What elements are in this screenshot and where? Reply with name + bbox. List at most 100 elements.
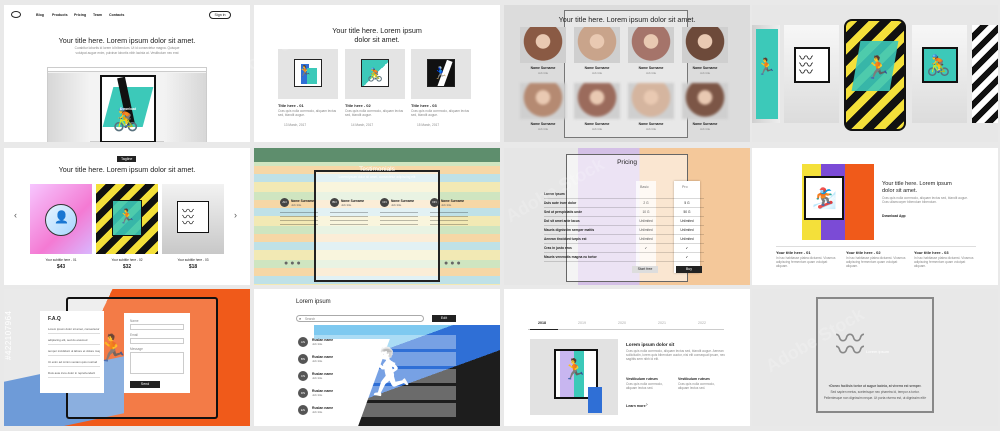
blog-card-2[interactable]: 🚴 (345, 49, 405, 99)
blog-card-1[interactable]: 🏃 (278, 49, 338, 99)
year-tab[interactable]: 2018 (538, 321, 546, 325)
testimonials-title: Testimonials (359, 166, 395, 173)
blog-card-2-title: Title here - 02 (345, 103, 371, 108)
faq-question[interactable]: Lorem ipsum dolor sit amet, consectetur (48, 327, 100, 331)
pricing-row-divider (544, 216, 704, 217)
browser-mockup: 🚴 Download (47, 67, 207, 142)
team-photo[interactable] (682, 83, 728, 119)
team-photo[interactable] (574, 83, 620, 119)
team-name: Name Surname (638, 122, 664, 126)
nav-pricing[interactable]: Pricing (74, 13, 86, 17)
faq-question[interactable]: tempor incididunt ut labore et dolore ma… (48, 349, 100, 353)
year-tab[interactable]: 2019 (578, 321, 586, 325)
pricing-row-divider (544, 252, 704, 253)
next-arrow-icon[interactable]: › (234, 210, 237, 220)
list-avatar: BN (298, 354, 308, 364)
team-photo[interactable] (682, 27, 728, 63)
pricing-row-label: Sed ut perspiciatis unde (544, 210, 583, 214)
pricing-row-label: Dol sit amet ante lacus (544, 219, 580, 223)
product-1-price: $43 (56, 264, 66, 270)
faq-divider (48, 344, 100, 345)
product-card-2[interactable]: 🏃 (96, 184, 158, 254)
timeline-sub-1-text: Cras quis nulla commodo, aliquam lectus … (626, 382, 663, 390)
search-placeholder: Search (305, 317, 316, 321)
pricing-row-label: Aenean tincidunt turpis est (544, 237, 587, 241)
pricing-row-label: Mauris venenatis magna eu tortor (544, 255, 597, 259)
year-tab[interactable]: 2021 (658, 321, 666, 325)
team-photo[interactable] (520, 27, 566, 63)
timeline-sub-2-text: Cras quis nulla commodo, aliquam lectus … (678, 382, 715, 390)
faq-question[interactable]: Duis aute irure dolor in reprehenderit (48, 371, 100, 375)
timeline-heading: Lorem ipsum dolor sit (626, 342, 675, 347)
year-tab[interactable]: 2022 (698, 321, 706, 325)
dots-left: ●●● (284, 260, 303, 267)
form-email-label: Email (130, 333, 138, 337)
tagline-badge: Tagline (117, 156, 137, 162)
feature-1-title: Your title here - 01 (776, 250, 811, 255)
plan-pro: Pro (682, 185, 688, 189)
form-message-field[interactable] (130, 352, 184, 374)
team-role: Job title (645, 71, 657, 75)
year-tab[interactable]: 2020 (618, 321, 626, 325)
list-title: Lorem ipsum (296, 299, 331, 305)
nav-contacts[interactable]: Contacts (109, 13, 124, 17)
team-photo[interactable] (520, 83, 566, 119)
learn-more-link[interactable]: Learn more (626, 404, 646, 408)
testimonial-text-line (280, 220, 318, 221)
start-free-button[interactable]: Start free (632, 266, 658, 273)
product-card-3[interactable]: 〰〰〰 (162, 184, 224, 254)
tile-testimonials: Testimonials Lorem ipsum dolor sit amet,… (254, 148, 500, 285)
list-avatar: DN (298, 388, 308, 398)
nav-products[interactable]: Products (52, 13, 68, 17)
tile-quote: 〰〰 Lorem ipsum «Donec facilisis tortor u… (752, 289, 998, 426)
faq-question[interactable]: adipiscing elit, sed do eiusmod (48, 338, 100, 342)
arrow-right-icon[interactable]: › (646, 402, 648, 408)
product-2-name: Your subtitle here - 02 (111, 258, 143, 262)
pricing-title: Pricing (617, 159, 637, 166)
team-photo[interactable] (628, 83, 674, 119)
list-role: Job title (312, 393, 323, 397)
list-role: Job title (312, 359, 323, 363)
testimonial-text-line (330, 220, 368, 221)
signin-button[interactable]: Sign in (209, 11, 231, 19)
team-photo[interactable] (574, 27, 620, 63)
timeline-text: Cras quis nulla commodo, aliquam lectus … (626, 349, 726, 361)
testimonial-text-line (430, 220, 468, 221)
download-app-link[interactable]: Download App (882, 214, 906, 218)
blog-card-3[interactable]: 🏃 (411, 49, 471, 99)
runner-icon: 🏃 (118, 208, 136, 224)
blog-title: Your title here. Lorem ipsum (332, 26, 422, 35)
landing-sub-2: volutpat augue enim, pulvinar lobortis n… (75, 51, 179, 55)
nav-blog[interactable]: Blog (36, 13, 44, 17)
testimonials-subtitle: Lorem ipsum dolor sit amet, consectetur … (338, 175, 416, 179)
form-email-field[interactable] (130, 338, 184, 344)
product-card-1[interactable]: 👤 (30, 184, 92, 254)
pricing-row-divider (544, 198, 704, 199)
blog-title-2: dolor sit amet. (354, 35, 400, 44)
testimonial-avatar: BN (330, 198, 339, 207)
team-name: Name Surname (692, 122, 718, 126)
send-button[interactable]: Send (130, 381, 160, 388)
feature-1-text: In hac habitasse platea dictumst. Vivamu… (776, 256, 836, 268)
team-name: Name Surname (692, 66, 718, 70)
list-role: Job title (312, 376, 323, 380)
prev-arrow-icon[interactable]: ‹ (14, 210, 17, 220)
blog-card-3-date: 15 March, 2017 (417, 123, 440, 127)
form-name-field[interactable] (130, 324, 184, 330)
timeline-sub-1-title: Vestibulum rutrum (626, 377, 658, 381)
features-title-2: dolor sit amet. (882, 188, 918, 194)
blog-card-2-date: 14 March, 2017 (351, 123, 374, 127)
team-name: Name Surname (530, 66, 556, 70)
runner-icon: 🏃 (562, 359, 587, 381)
blog-card-1-date: 13 March, 2017 (284, 123, 307, 127)
wave-icon: 〰〰〰 (799, 50, 813, 80)
team-photo[interactable] (628, 27, 674, 63)
nav-team[interactable]: Team (93, 13, 102, 17)
buy-button[interactable]: Buy (676, 266, 702, 273)
edit-button[interactable]: Edit (432, 315, 456, 322)
cyclist-icon: 🚴 (112, 107, 140, 132)
list-avatar: CN (298, 371, 308, 381)
faq-question[interactable]: Ut enim ad minim veniam quis nostrud (48, 360, 100, 364)
search-input[interactable]: ⌕ Search (296, 315, 424, 322)
product-1-name: Your subtitle here - 01 (45, 258, 77, 262)
